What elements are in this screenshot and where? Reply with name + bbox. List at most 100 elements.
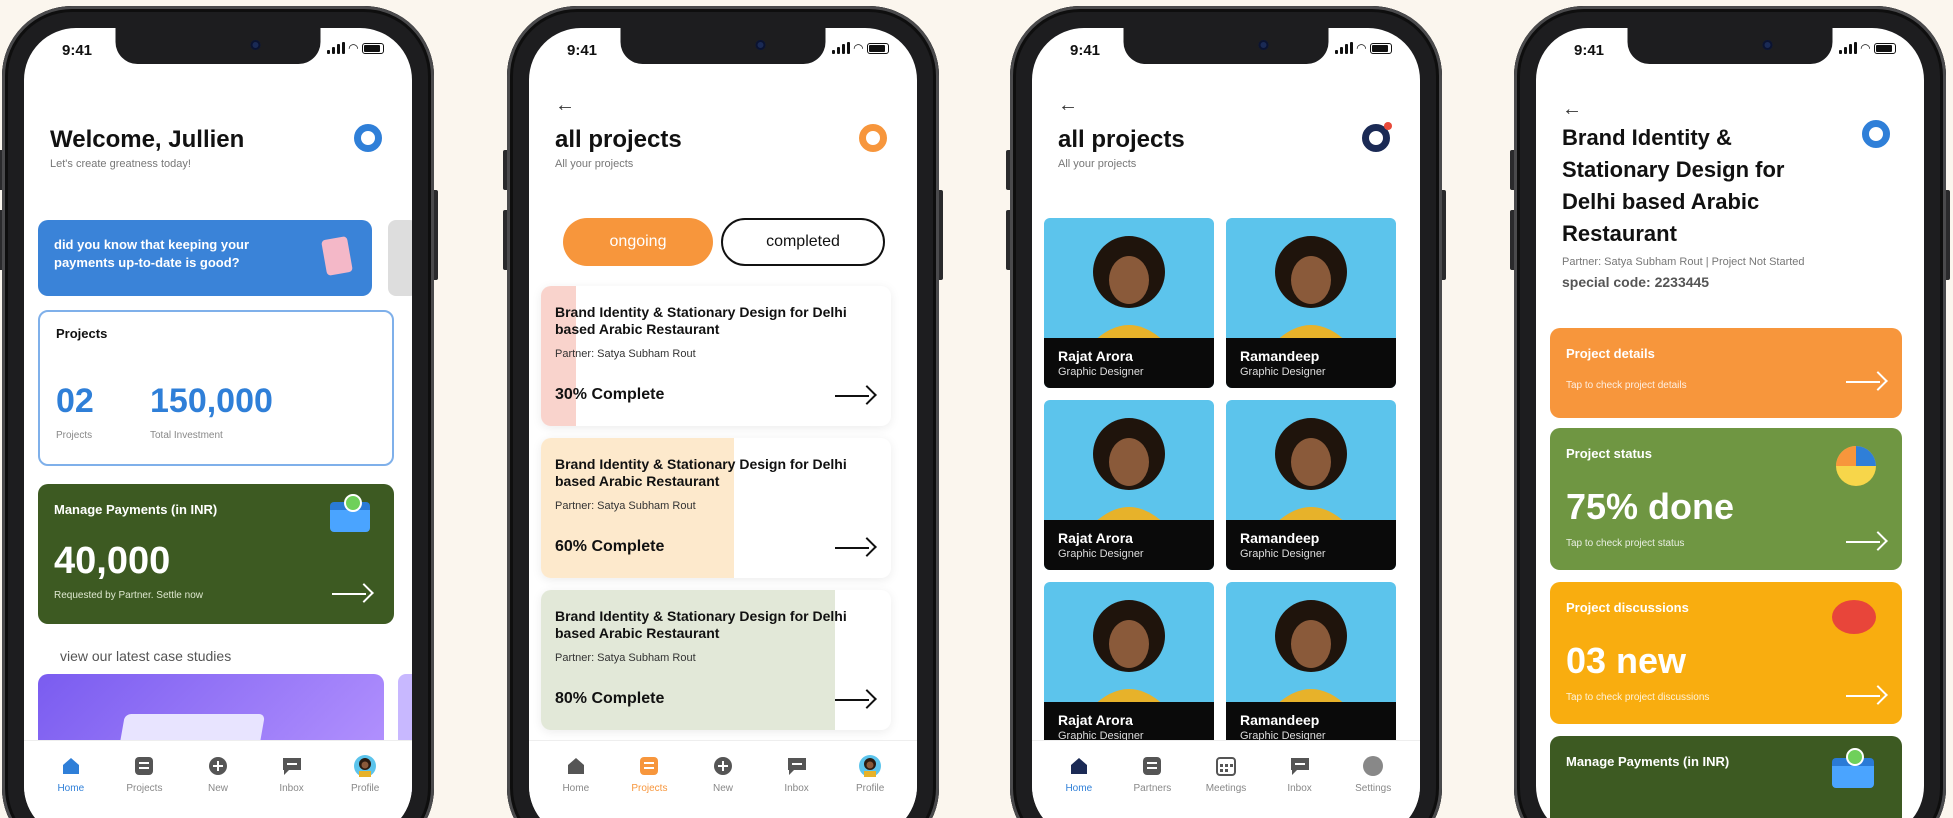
tab-home[interactable]: Home bbox=[546, 755, 606, 818]
partner-photo bbox=[1273, 418, 1349, 526]
project-progress: 60% Complete bbox=[555, 538, 665, 555]
status-bar: 9:41 ◠ bbox=[529, 40, 917, 64]
detail-card[interactable]: Project details Tap to check project deta… bbox=[1550, 328, 1902, 418]
arrow-right-icon[interactable] bbox=[835, 538, 875, 558]
payments-note: Requested by Partner. Settle now bbox=[54, 590, 203, 601]
project-card[interactable]: Brand Identity & Stationary Design for D… bbox=[541, 438, 891, 578]
arrow-right-icon[interactable] bbox=[332, 584, 372, 604]
status-bar: 9:41 ◠ bbox=[1536, 40, 1924, 64]
arrow-right-icon[interactable] bbox=[1846, 532, 1886, 552]
tab-inbox[interactable]: Inbox bbox=[767, 755, 827, 818]
back-arrow-icon[interactable]: ← bbox=[1562, 98, 1582, 121]
calendar-icon bbox=[1215, 755, 1237, 777]
all-projects-screen: 9:41 ◠ ← all projects All your projects … bbox=[529, 28, 917, 818]
projects-icon bbox=[133, 755, 155, 777]
projects-count: 02 bbox=[56, 382, 94, 420]
partner-card[interactable]: Ramandeep Graphic Designer bbox=[1226, 582, 1396, 752]
tab-meetings[interactable]: Meetings bbox=[1196, 755, 1256, 818]
partner-photo bbox=[1091, 236, 1167, 344]
home-icon bbox=[60, 755, 82, 777]
tab-new[interactable]: New bbox=[188, 755, 248, 818]
detail-card-note: Tap to check project details bbox=[1566, 380, 1687, 391]
partner-photo bbox=[1273, 600, 1349, 708]
gift-icon bbox=[321, 236, 353, 276]
tab-settings[interactable]: Settings bbox=[1343, 755, 1403, 818]
back-arrow-icon[interactable]: ← bbox=[1058, 94, 1078, 117]
project-title: Brand Identity & Stationary Design for D… bbox=[555, 304, 847, 337]
detail-card-note: Tap to check project status bbox=[1566, 538, 1685, 549]
project-title: Brand Identity & Stationary Design for D… bbox=[555, 456, 847, 489]
project-title: Brand Identity & Stationary Design for D… bbox=[1562, 125, 1785, 246]
profile-ring-icon[interactable] bbox=[354, 124, 382, 152]
partner-name: Ramandeep bbox=[1240, 348, 1320, 364]
project-progress: 80% Complete bbox=[555, 690, 665, 707]
check-badge-icon bbox=[344, 494, 362, 512]
project-card[interactable]: Brand Identity & Stationary Design for D… bbox=[541, 590, 891, 730]
tab-projects[interactable]: Projects bbox=[114, 755, 174, 818]
detail-card-value: 75% done bbox=[1566, 486, 1735, 527]
partners-screen: 9:41 ◠ ← all projects All your projects … bbox=[1032, 28, 1420, 818]
page-subtitle: All your projects bbox=[1058, 158, 1137, 170]
detail-card[interactable]: Manage Payments (in INR)40,000 bbox=[1550, 736, 1902, 818]
check-badge-icon bbox=[1846, 748, 1864, 766]
partner-role: Graphic Designer bbox=[1058, 366, 1144, 378]
partner-card[interactable]: Rajat Arora Graphic Designer bbox=[1044, 582, 1214, 752]
partners-icon bbox=[1141, 755, 1163, 777]
partner-card[interactable]: Ramandeep Graphic Designer bbox=[1226, 218, 1396, 388]
tab-partners[interactable]: Partners bbox=[1122, 755, 1182, 818]
tab-new[interactable]: New bbox=[693, 755, 753, 818]
project-card[interactable]: Brand Identity & Stationary Design for D… bbox=[541, 286, 891, 426]
project-meta: Partner: Satya Subham Rout | Project Not… bbox=[1562, 256, 1805, 268]
profile-ring-icon[interactable] bbox=[1862, 120, 1890, 148]
tab-home[interactable]: Home bbox=[1049, 755, 1109, 818]
tab-inbox[interactable]: Inbox bbox=[1270, 755, 1330, 818]
projects-heading: Projects bbox=[56, 326, 108, 341]
toggle-ongoing[interactable]: ongoing bbox=[563, 218, 713, 266]
tip-next-card bbox=[388, 220, 412, 296]
tab-bar: Home Projects New Inbox Profile bbox=[529, 740, 917, 818]
detail-card[interactable]: Project discussions 03 new Tap to check pr… bbox=[1550, 582, 1902, 724]
detail-card[interactable]: Project status 75% done Tap to check proje… bbox=[1550, 428, 1902, 570]
detail-card-value: 03 new bbox=[1566, 640, 1687, 681]
chat-icon bbox=[786, 755, 808, 777]
partner-card[interactable]: Ramandeep Graphic Designer bbox=[1226, 400, 1396, 570]
tab-inbox[interactable]: Inbox bbox=[262, 755, 322, 818]
partner-name: Rajat Arora bbox=[1058, 712, 1133, 728]
partner-name: Ramandeep bbox=[1240, 712, 1320, 728]
partner-photo bbox=[1273, 236, 1349, 344]
project-partner: Partner: Satya Subham Rout bbox=[555, 500, 696, 512]
tab-projects[interactable]: Projects bbox=[619, 755, 679, 818]
chat-icon bbox=[281, 755, 303, 777]
detail-card-title: Project details bbox=[1566, 346, 1655, 361]
battery-icon bbox=[362, 43, 384, 54]
tip-banner[interactable]: did you know that keeping your payments … bbox=[38, 220, 372, 296]
projects-count-label: Projects bbox=[56, 430, 93, 441]
home-icon bbox=[1068, 755, 1090, 777]
partner-role: Graphic Designer bbox=[1240, 548, 1326, 560]
tab-profile[interactable]: Profile bbox=[840, 755, 900, 818]
project-detail-screen: 9:41 ◠ ← Brand Identity & Stationary Des… bbox=[1536, 28, 1924, 818]
project-partner: Partner: Satya Subham Rout bbox=[555, 652, 696, 664]
chat-bubble-icon bbox=[1832, 600, 1876, 634]
back-arrow-icon[interactable]: ← bbox=[555, 94, 575, 117]
tab-profile[interactable]: Profile bbox=[335, 755, 395, 818]
partner-card[interactable]: Rajat Arora Graphic Designer bbox=[1044, 400, 1214, 570]
project-partner: Partner: Satya Subham Rout bbox=[555, 348, 696, 360]
tab-home[interactable]: Home bbox=[41, 755, 101, 818]
detail-card-title: Project discussions bbox=[1566, 600, 1689, 615]
chat-icon bbox=[1289, 755, 1311, 777]
partner-role: Graphic Designer bbox=[1058, 548, 1144, 560]
toggle-completed[interactable]: completed bbox=[721, 218, 885, 266]
profile-ring-icon[interactable] bbox=[859, 124, 887, 152]
arrow-right-icon[interactable] bbox=[835, 690, 875, 710]
partner-role: Graphic Designer bbox=[1240, 366, 1326, 378]
status-bar: 9:41 ◠ bbox=[24, 40, 412, 64]
partner-card[interactable]: Rajat Arora Graphic Designer bbox=[1044, 218, 1214, 388]
status-bar: 9:41 ◠ bbox=[1032, 40, 1420, 64]
arrow-right-icon[interactable] bbox=[1846, 686, 1886, 706]
arrow-right-icon[interactable] bbox=[1846, 372, 1886, 392]
arrow-right-icon[interactable] bbox=[835, 386, 875, 406]
settings-icon bbox=[1362, 755, 1384, 777]
projects-summary-card[interactable]: Projects 02 Projects 150,000 Total Inves… bbox=[38, 310, 394, 466]
payments-card[interactable]: Manage Payments (in INR) 40,000 Requeste… bbox=[38, 484, 394, 624]
